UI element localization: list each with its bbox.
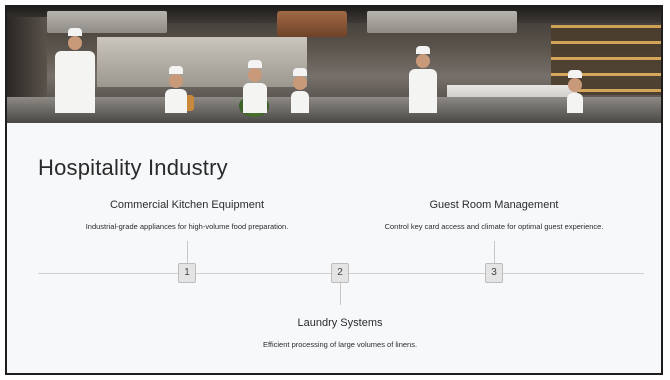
step-2-label: Laundry Systems	[297, 317, 383, 329]
step-3-label: Guest Room Management	[429, 199, 559, 211]
kitchen-hero-image	[7, 7, 661, 123]
step-1-marker: 1	[178, 263, 196, 283]
step-1-description: Industrial-grade appliances for high-vol…	[85, 222, 289, 231]
step-1-connector	[187, 241, 188, 263]
step-3-description: Control key card access and climate for …	[384, 222, 604, 231]
step-2-connector	[340, 283, 341, 305]
step-2-marker: 2	[331, 263, 349, 283]
slide: Hospitality Industry Commercial Kitchen …	[5, 5, 663, 375]
step-3-marker: 3	[485, 263, 503, 283]
step-2-description: Efficient processing of large volumes of…	[262, 340, 418, 349]
step-1-label: Commercial Kitchen Equipment	[109, 199, 265, 211]
slide-title: Hospitality Industry	[38, 155, 228, 180]
step-3-connector	[494, 241, 495, 263]
